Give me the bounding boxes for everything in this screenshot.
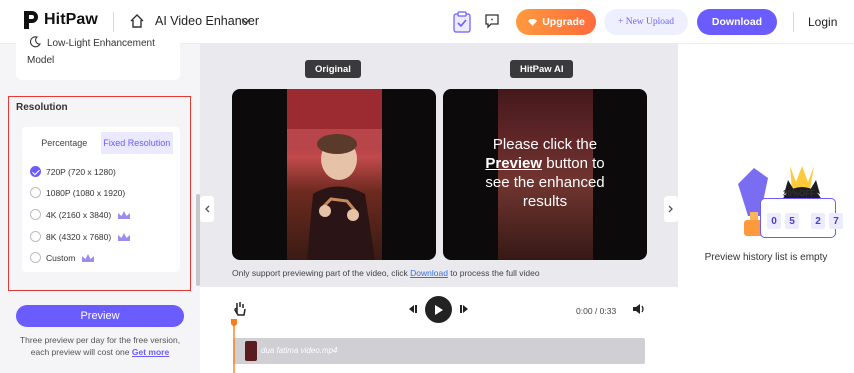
enhanced-preview-prompt: Please click the Preview button to see t… [443,135,647,211]
resolution-option-8k[interactable]: 8K (4320 x 7680) [30,231,131,242]
upgrade-label: Upgrade [542,16,585,28]
preview-history-panel: 30%OFF 0 5 2 7 Preview history list is e… [678,44,854,373]
discount-badge: 30%OFF [782,189,815,198]
get-more-link[interactable]: Get more [132,347,169,357]
play-icon [434,304,443,315]
resolution-section: Resolution Percentage Fixed Resolution 7… [8,96,191,291]
prompt-line1: Please click the [492,136,598,153]
model-name-line1: Low-Light Enhancement [47,38,155,49]
history-empty-message: Preview history list is empty [704,252,828,263]
brand-name: HitPaw [44,11,98,28]
time-current: 0:00 [576,306,593,316]
resolution-mode-tabs: Percentage Fixed Resolution [28,132,173,154]
collapse-left-button[interactable] [200,196,214,222]
pan-tool-icon[interactable] [233,300,247,316]
expand-right-button[interactable] [664,196,678,222]
note-line2: each preview will cost one [30,347,130,357]
volume-icon[interactable] [632,303,646,315]
hitpaw-logo-icon [24,11,38,29]
original-tag: Original [305,60,361,78]
login-link[interactable]: Login [808,15,837,29]
crown-icon [118,232,131,241]
radio[interactable] [30,231,41,242]
feedback-icon[interactable] [484,13,500,29]
radio[interactable] [30,252,41,263]
countdown-timer[interactable]: 30%OFF 0 5 2 7 [760,189,843,238]
hint-before: Only support previewing part of the vide… [232,268,411,278]
chevron-right-icon [668,205,673,213]
model-name-line2: Model [27,55,55,66]
upgrade-button[interactable]: Upgrade [516,9,596,35]
preview-quota-note: Three preview per day for the free versi… [10,334,190,358]
model-card[interactable]: Low-Light Enhancement Model [16,35,180,80]
tab-percentage[interactable]: Percentage [28,132,101,154]
resolution-card: Percentage Fixed Resolution 720P (720 x … [22,127,180,272]
prompt-line2-suffix: button to [542,155,605,172]
original-video-panel[interactable] [232,89,436,260]
playhead-handle[interactable] [231,319,237,373]
crown-icon [118,210,131,219]
previous-frame-icon[interactable] [406,303,418,315]
option-label: 720P (720 x 1280) [46,166,116,177]
prompt-line3: see the enhanced [485,174,605,191]
ai-tag: HitPaw AI [510,60,574,78]
radio[interactable] [30,209,41,220]
radio[interactable] [30,187,41,198]
countdown-digit: 7 [829,213,843,229]
home-icon[interactable] [129,13,145,29]
diamond-icon [528,18,538,26]
header-divider [113,12,114,32]
option-label: 8K (4320 x 7680) [46,231,112,242]
video-player: 0:00 / 0:33 dua fatima video.mp4 [200,287,678,373]
countdown-digit: 5 [785,213,799,229]
preview-area: Original HitPaw AI Please click the Prev… [200,44,678,287]
resolution-title: Resolution [16,102,68,113]
preview-button[interactable]: Preview [16,305,184,327]
hint-after: to process the full video [447,268,540,278]
clipboard-check-icon[interactable] [452,11,472,33]
radio-checked[interactable] [30,166,41,177]
chevron-left-icon [205,205,210,213]
new-upload-button[interactable]: + New Upload [604,9,688,35]
app-window: HitPaw AI Video Enhancer Upgrade + New U… [0,0,854,373]
option-label: 4K (2160 x 3840) [46,209,112,220]
resolution-option-4k[interactable]: 4K (2160 x 3840) [30,209,131,220]
prompt-line4: results [522,193,568,210]
settings-sidebar: Low-Light Enhancement Model Resolution P… [0,36,200,373]
header-divider [793,12,794,32]
countdown-digit: 2 [811,213,825,229]
hint-download-link[interactable]: Download [410,268,448,278]
preview-hint: Only support previewing part of the vide… [232,268,540,278]
countdown-digit: 0 [767,213,781,229]
clip-name: dua fatima video.mp4 [261,346,338,355]
option-label: Custom [46,252,76,263]
countdown-separator [803,213,807,229]
model-name: Low-Light Enhancement Model [27,35,177,69]
brand-logo[interactable]: HitPaw [23,10,98,30]
clip-thumbnail [245,341,257,361]
prompt-preview-word: Preview [485,155,543,172]
time-total: 0:33 [599,306,617,316]
original-video-frame [287,89,382,260]
chevron-down-icon[interactable] [240,15,252,27]
time-separator: / [592,306,600,316]
resolution-option-custom[interactable]: Custom [30,252,95,263]
time-readout: 0:00 / 0:33 [576,306,616,316]
next-frame-icon[interactable] [459,303,471,315]
resolution-option-720p[interactable]: 720P (720 x 1280) [30,166,116,177]
prompt-line2: Preview button to [443,154,647,173]
play-button[interactable] [425,296,452,323]
option-label: 1080P (1080 x 1920) [46,187,126,198]
crown-icon [82,253,95,262]
enhanced-video-panel[interactable]: Please click the Preview button to see t… [443,89,647,260]
timeline-track[interactable]: dua fatima video.mp4 [233,338,645,364]
download-button[interactable]: Download [697,9,777,35]
child-figure [287,89,382,260]
tab-fixed-resolution[interactable]: Fixed Resolution [100,132,173,154]
note-line1: Three preview per day for the free versi… [19,335,181,345]
resolution-option-1080p[interactable]: 1080P (1080 x 1920) [30,187,125,198]
countdown-digits: 0 5 2 7 [767,213,843,229]
